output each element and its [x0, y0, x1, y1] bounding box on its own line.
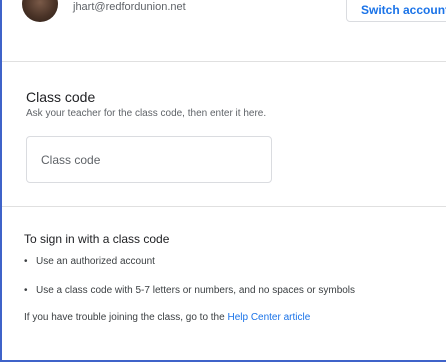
help-trouble-text: If you have trouble joining the class, g… — [24, 312, 225, 323]
class-code-input[interactable]: Class code — [26, 136, 272, 183]
bullet-dot-icon: • — [24, 285, 28, 296]
help-section: To sign in with a class code • Use an aut… — [2, 207, 446, 357]
bullet-dot-icon: • — [24, 256, 28, 267]
class-code-title: Class code — [26, 89, 96, 105]
help-title: To sign in with a class code — [24, 232, 170, 246]
help-bullet-text: Use a class code with 5-7 letters or num… — [36, 285, 356, 296]
help-center-link[interactable]: Help Center article — [227, 312, 310, 323]
account-email: jhart@redfordunion.net — [73, 1, 186, 13]
account-section: jhart@redfordunion.net Switch account — [2, 0, 446, 62]
switch-account-button[interactable]: Switch account — [346, 0, 446, 22]
help-bullet: • Use an authorized account — [24, 255, 155, 269]
class-code-placeholder: Class code — [41, 153, 101, 167]
help-bullet: • Use a class code with 5-7 letters or nu… — [24, 284, 355, 298]
help-trouble-line: If you have trouble joining the class, g… — [24, 311, 310, 325]
class-code-description: Ask your teacher for the class code, the… — [26, 108, 267, 119]
class-code-section: Class code Ask your teacher for the clas… — [2, 62, 446, 207]
help-bullet-text: Use an authorized account — [36, 256, 155, 267]
avatar — [22, 0, 58, 22]
